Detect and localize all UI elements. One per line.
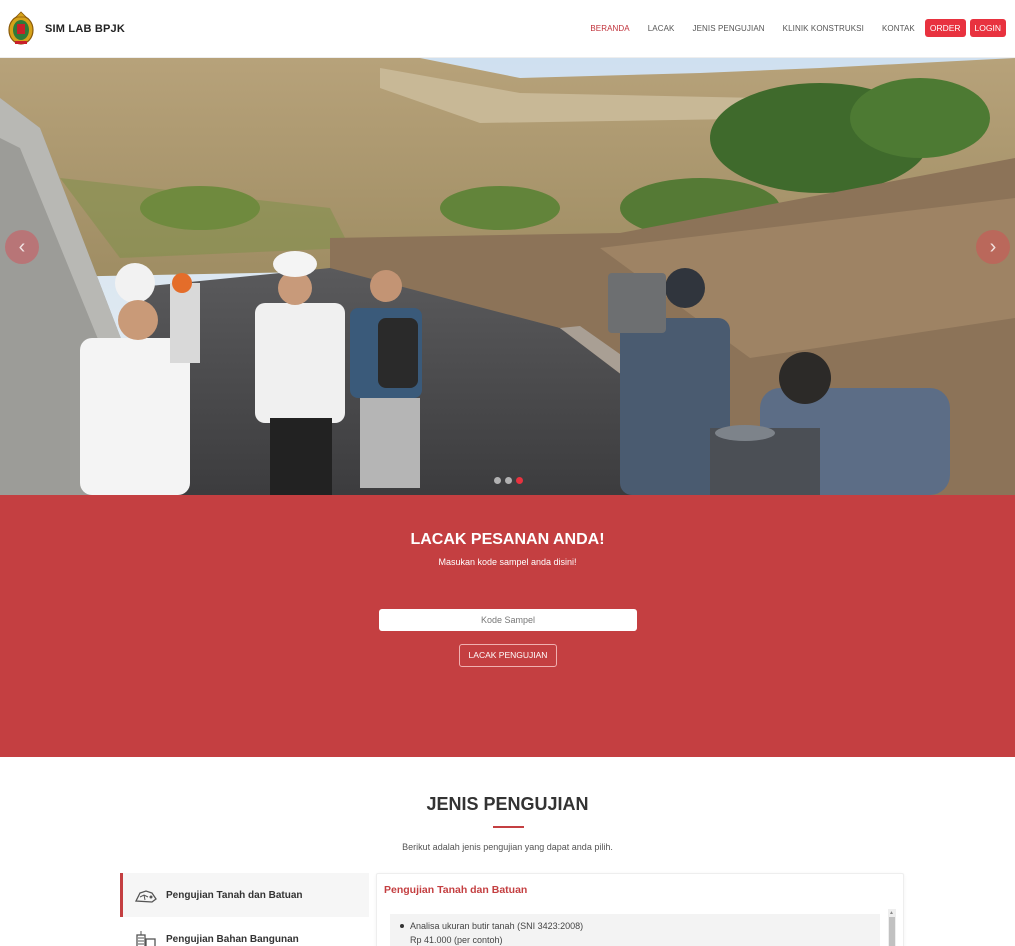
track-subtitle: Masukan kode sampel anda disini! [438, 557, 577, 567]
nav-lacak[interactable]: LACAK [648, 24, 675, 33]
track-title: LACAK PESANAN ANDA! [410, 531, 605, 548]
nav-klinik-konstruksi[interactable]: KLINIK KONSTRUKSI [783, 24, 864, 33]
soil-rock-icon [134, 890, 157, 903]
scroll-thumb[interactable] [889, 917, 895, 946]
hero-photo [0, 58, 1015, 495]
title-divider [493, 826, 524, 828]
top-navbar: SIM LAB BPJK BERANDA LACAK JENIS PENGUJI… [0, 0, 1015, 58]
test-list-panel: Pengujian Tanah dan Batuan Analisa ukura… [376, 873, 904, 946]
main-nav: BERANDA LACAK JENIS PENGUJIAN KLINIK KON… [572, 19, 1006, 37]
test-price: Rp 41.000 (per contoh) [410, 935, 503, 945]
section-title: JENIS PENGUJIAN [426, 794, 589, 814]
track-test-button[interactable]: LACAK PENGUJIAN [459, 644, 557, 667]
tab-label: Pengujian Bahan Bangunan [166, 933, 299, 945]
panel-title: Pengujian Tanah dan Batuan [384, 884, 528, 896]
hero-carousel: ‹ › [0, 58, 1015, 495]
carousel-prev-button[interactable]: ‹ [5, 230, 39, 264]
carousel-indicators [494, 477, 527, 484]
emblem-icon [8, 11, 34, 45]
list-item: Analisa ukuran butir tanah (SNI 3423:200… [400, 919, 870, 933]
nav-kontak[interactable]: KONTAK [882, 24, 915, 33]
list-scrollbar[interactable]: ▲ [888, 909, 896, 946]
bullet-icon [400, 923, 404, 928]
tab-soil-rock[interactable]: Pengujian Tanah dan Batuan [120, 873, 369, 917]
track-order-section: LACAK PESANAN ANDA! Masukan kode sampel … [0, 495, 1015, 757]
brand-name: SIM LAB BPJK [45, 23, 126, 35]
tab-label: Pengujian Tanah dan Batuan [166, 889, 303, 901]
chevron-left-icon: ‹ [18, 235, 26, 258]
carousel-dot-2[interactable] [505, 477, 512, 484]
tab-building-materials[interactable]: Pengujian Bahan Bangunan [120, 917, 369, 946]
carousel-next-button[interactable]: › [976, 230, 1010, 264]
building-materials-icon [136, 931, 156, 946]
order-button[interactable]: ORDER [924, 19, 966, 37]
chevron-right-icon: › [989, 235, 997, 258]
test-type-tabs: Pengujian Tanah dan Batuan Pengujian Bah… [120, 873, 369, 946]
nav-jenis-pengujian[interactable]: JENIS PENGUJIAN [692, 24, 764, 33]
login-button[interactable]: LOGIN [969, 19, 1006, 37]
test-list: Analisa ukuran butir tanah (SNI 3423:200… [390, 914, 880, 946]
carousel-dot-1[interactable] [494, 477, 501, 484]
section-subtitle: Berikut adalah jenis pengujian yang dapa… [402, 842, 613, 852]
brand-logo-link[interactable]: SIM LAB BPJK [7, 11, 125, 47]
carousel-dot-3[interactable] [516, 477, 523, 484]
nav-beranda[interactable]: BERANDA [590, 24, 629, 33]
scroll-up-icon[interactable]: ▲ [889, 910, 894, 916]
sample-code-input[interactable] [379, 609, 637, 631]
test-name: Analisa ukuran butir tanah (SNI 3423:200… [410, 921, 584, 931]
